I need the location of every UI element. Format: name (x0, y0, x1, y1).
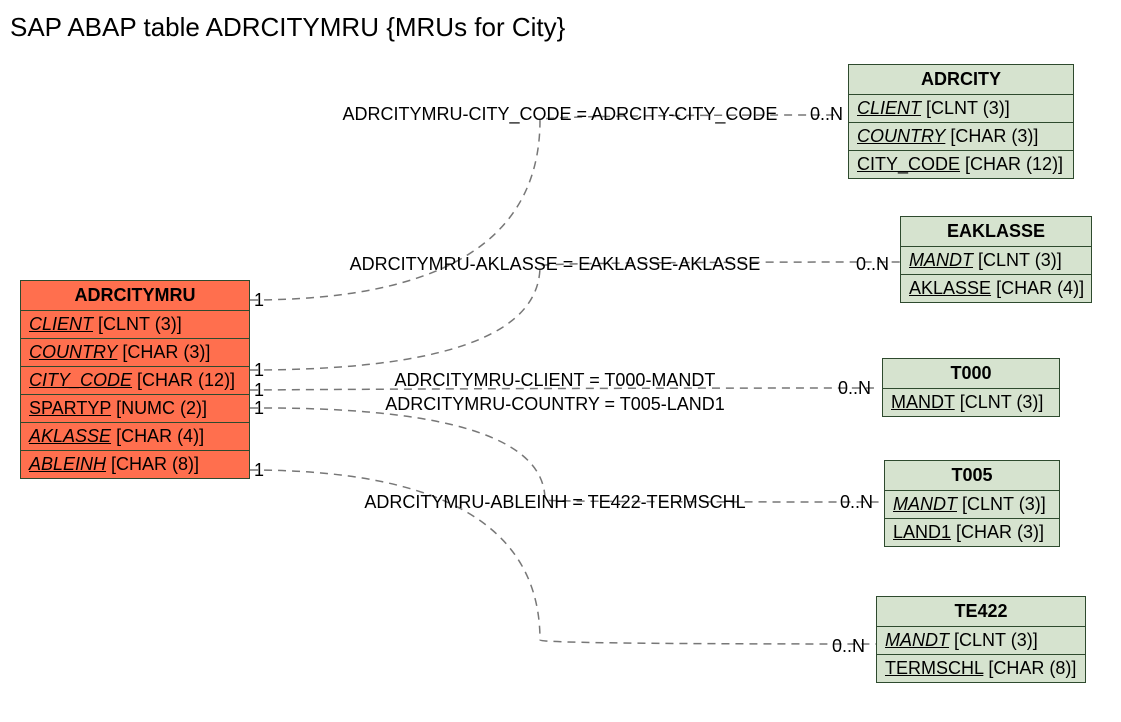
entity-t005: T005 MANDT [CLNT (3)] LAND1 [CHAR (3)] (884, 460, 1060, 547)
field-type: [CHAR (3)] (956, 522, 1044, 542)
entity-t000-header: T000 (883, 359, 1059, 389)
field-type: [NUMC (2)] (116, 398, 207, 418)
field-type: [CLNT (3)] (954, 630, 1038, 650)
field-name: MANDT (893, 494, 957, 514)
relation-label: ADRCITYMRU-AKLASSE = EAKLASSE-AKLASSE (320, 254, 790, 275)
cardinality-right: 0..N (832, 636, 865, 657)
field-name: MANDT (909, 250, 973, 270)
page-title: SAP ABAP table ADRCITYMRU {MRUs for City… (10, 12, 565, 43)
cardinality-left: 1 (254, 460, 264, 481)
field-row: CITY_CODE [CHAR (12)] (21, 367, 249, 395)
field-row: COUNTRY [CHAR (3)] (849, 123, 1073, 151)
entity-te422: TE422 MANDT [CLNT (3)] TERMSCHL [CHAR (8… (876, 596, 1086, 683)
field-name: COUNTRY (29, 342, 117, 362)
field-name: CITY_CODE (29, 370, 132, 390)
relation-label: ADRCITYMRU-CITY_CODE = ADRCITY-CITY_CODE (310, 104, 810, 125)
field-name: AKLASSE (909, 278, 991, 298)
relation-label: ADRCITYMRU-ABLEINH = TE422-TERMSCHL (320, 492, 790, 513)
field-row: MANDT [CLNT (3)] (901, 247, 1091, 275)
entity-adrcity: ADRCITY CLIENT [CLNT (3)] COUNTRY [CHAR … (848, 64, 1074, 179)
cardinality-right: 0..N (838, 378, 871, 399)
field-row: MANDT [CLNT (3)] (877, 627, 1085, 655)
entity-adrcity-header: ADRCITY (849, 65, 1073, 95)
field-type: [CHAR (4)] (116, 426, 204, 446)
field-row: MANDT [CLNT (3)] (885, 491, 1059, 519)
field-type: [CLNT (3)] (98, 314, 182, 334)
field-row: AKLASSE [CHAR (4)] (901, 275, 1091, 302)
cardinality-left: 1 (254, 398, 264, 419)
field-row: ABLEINH [CHAR (8)] (21, 451, 249, 478)
field-name: CLIENT (29, 314, 93, 334)
field-type: [CLNT (3)] (962, 494, 1046, 514)
relation-label: ADRCITYMRU-COUNTRY = T005-LAND1 (340, 394, 770, 415)
field-name: MANDT (885, 630, 949, 650)
field-name: ABLEINH (29, 454, 106, 474)
field-name: CITY_CODE (857, 154, 960, 174)
field-type: [CHAR (8)] (988, 658, 1076, 678)
field-row: SPARTYP [NUMC (2)] (21, 395, 249, 423)
field-type: [CHAR (12)] (965, 154, 1063, 174)
entity-eaklasse-header: EAKLASSE (901, 217, 1091, 247)
field-row: MANDT [CLNT (3)] (883, 389, 1059, 416)
field-row: CLIENT [CLNT (3)] (849, 95, 1073, 123)
field-type: [CHAR (3)] (950, 126, 1038, 146)
field-row: AKLASSE [CHAR (4)] (21, 423, 249, 451)
field-row: LAND1 [CHAR (3)] (885, 519, 1059, 546)
field-type: [CHAR (3)] (122, 342, 210, 362)
cardinality-left: 1 (254, 290, 264, 311)
field-row: CITY_CODE [CHAR (12)] (849, 151, 1073, 178)
entity-t000: T000 MANDT [CLNT (3)] (882, 358, 1060, 417)
entity-adrcitymru-header: ADRCITYMRU (21, 281, 249, 311)
entity-eaklasse: EAKLASSE MANDT [CLNT (3)] AKLASSE [CHAR … (900, 216, 1092, 303)
cardinality-right: 0..N (856, 254, 889, 275)
entity-t005-header: T005 (885, 461, 1059, 491)
cardinality-right: 0..N (840, 492, 873, 513)
field-type: [CHAR (12)] (137, 370, 235, 390)
field-type: [CHAR (4)] (996, 278, 1084, 298)
field-type: [CHAR (8)] (111, 454, 199, 474)
field-name: SPARTYP (29, 398, 111, 418)
field-name: AKLASSE (29, 426, 111, 446)
field-row: TERMSCHL [CHAR (8)] (877, 655, 1085, 682)
cardinality-right: 0..N (810, 104, 843, 125)
field-name: MANDT (891, 392, 955, 412)
field-type: [CLNT (3)] (926, 98, 1010, 118)
field-name: COUNTRY (857, 126, 945, 146)
field-type: [CLNT (3)] (960, 392, 1044, 412)
field-name: CLIENT (857, 98, 921, 118)
entity-te422-header: TE422 (877, 597, 1085, 627)
field-row: COUNTRY [CHAR (3)] (21, 339, 249, 367)
field-row: CLIENT [CLNT (3)] (21, 311, 249, 339)
field-type: [CLNT (3)] (978, 250, 1062, 270)
field-name: LAND1 (893, 522, 951, 542)
cardinality-left: 1 (254, 360, 264, 381)
entity-adrcitymru: ADRCITYMRU CLIENT [CLNT (3)] COUNTRY [CH… (20, 280, 250, 479)
relation-label: ADRCITYMRU-CLIENT = T000-MANDT (340, 370, 770, 391)
field-name: TERMSCHL (885, 658, 983, 678)
